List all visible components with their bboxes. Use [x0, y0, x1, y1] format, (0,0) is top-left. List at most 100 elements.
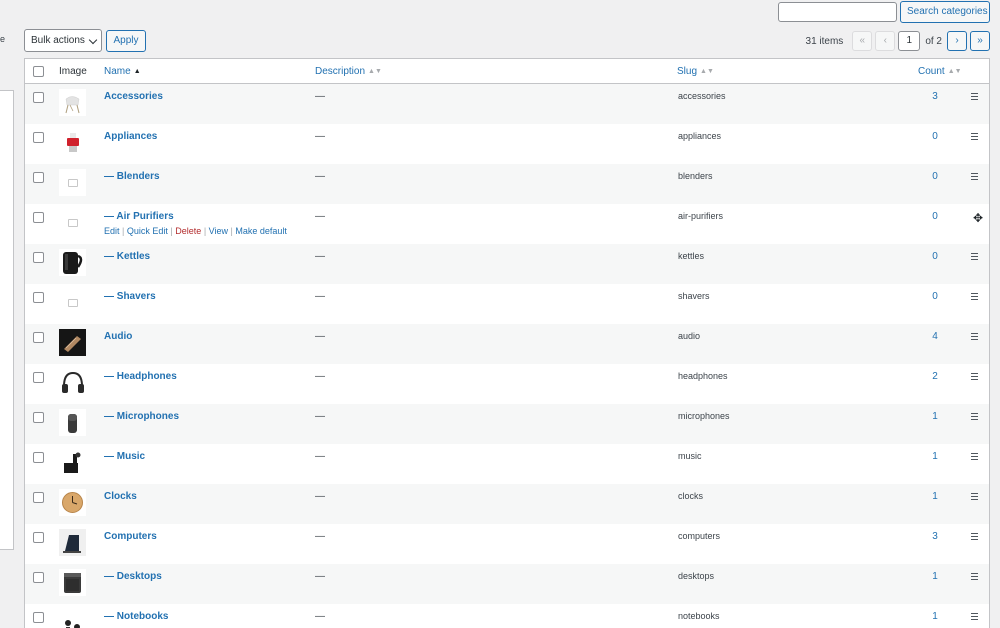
items-count: 31 items: [805, 35, 844, 47]
row-checkbox[interactable]: [33, 612, 44, 623]
category-count-link[interactable]: 2: [915, 371, 955, 382]
row-checkbox[interactable]: [33, 212, 44, 223]
column-slug-link[interactable]: Slug: [677, 66, 697, 77]
category-description: —: [315, 531, 325, 542]
row-checkbox[interactable]: [33, 132, 44, 143]
column-count-link[interactable]: Count: [918, 66, 945, 77]
category-count-link[interactable]: 1: [915, 451, 955, 462]
column-description[interactable]: Description ▲▼: [315, 66, 382, 77]
column-name[interactable]: Name ▲: [104, 66, 141, 77]
table-row: — Music — music 1: [25, 444, 989, 484]
category-count-link[interactable]: 3: [915, 91, 955, 102]
category-count-link[interactable]: 1: [915, 571, 955, 582]
edit-link[interactable]: Edit: [104, 226, 120, 236]
current-page-input[interactable]: 1: [898, 31, 921, 51]
row-checkbox[interactable]: [33, 252, 44, 263]
placeholder-image: [59, 209, 86, 236]
select-all-checkbox[interactable]: [33, 66, 44, 77]
delete-link[interactable]: Delete: [175, 226, 201, 236]
category-name-link[interactable]: Accessories: [104, 91, 163, 102]
row-checkbox[interactable]: [33, 452, 44, 463]
drag-handle-icon[interactable]: [971, 173, 978, 182]
row-checkbox[interactable]: [33, 412, 44, 423]
column-description-link[interactable]: Description: [315, 66, 365, 77]
drag-handle-icon[interactable]: [971, 413, 978, 422]
category-name-link[interactable]: — Music: [104, 451, 145, 462]
category-count-link[interactable]: 0: [915, 171, 955, 182]
prev-page-button[interactable]: ‹: [875, 31, 896, 51]
category-name-link[interactable]: — Desktops: [104, 571, 162, 582]
column-name-link[interactable]: Name: [104, 66, 131, 77]
separator: |: [170, 226, 173, 236]
move-cursor-icon[interactable]: ✥: [973, 212, 983, 224]
column-slug[interactable]: Slug ▲▼: [677, 66, 714, 77]
category-name-link[interactable]: Appliances: [104, 131, 157, 142]
row-checkbox[interactable]: [33, 372, 44, 383]
category-name-link[interactable]: — Shavers: [104, 291, 156, 302]
category-name-link[interactable]: — Notebooks: [104, 611, 168, 622]
category-slug: music: [678, 451, 702, 461]
row-checkbox[interactable]: [33, 172, 44, 183]
row-checkbox[interactable]: [33, 332, 44, 343]
search-input[interactable]: [778, 2, 897, 22]
make-default-link[interactable]: Make default: [235, 226, 287, 236]
bulk-actions-select[interactable]: Bulk actions: [24, 29, 102, 52]
category-count-link[interactable]: 0: [915, 291, 955, 302]
category-description: —: [315, 411, 325, 422]
apply-button[interactable]: Apply: [106, 30, 146, 52]
drag-handle-icon[interactable]: [971, 573, 978, 582]
table-row: Clocks — clocks 1: [25, 484, 989, 524]
sort-asc-icon: ▲: [133, 68, 141, 75]
drag-handle-icon[interactable]: [971, 613, 978, 622]
microphone-image: [59, 409, 86, 436]
category-name-link[interactable]: — Kettles: [104, 251, 150, 262]
drag-handle-icon[interactable]: [971, 293, 978, 302]
quick-edit-link[interactable]: Quick Edit: [127, 226, 168, 236]
drag-handle-icon[interactable]: [971, 253, 978, 262]
headphones-image: [59, 369, 86, 396]
category-name-link[interactable]: Audio: [104, 331, 132, 342]
category-count-link[interactable]: 0: [915, 211, 955, 222]
drag-handle-icon[interactable]: [971, 453, 978, 462]
category-count-link[interactable]: 0: [915, 251, 955, 262]
category-count-link[interactable]: 0: [915, 131, 955, 142]
table-row: Accessories — accessories 3: [25, 84, 989, 124]
first-page-button[interactable]: «: [852, 31, 873, 51]
category-name-link[interactable]: Clocks: [104, 491, 137, 502]
drag-handle-icon[interactable]: [971, 133, 978, 142]
drag-handle-icon[interactable]: [971, 493, 978, 502]
drag-handle-icon[interactable]: [971, 533, 978, 542]
row-checkbox[interactable]: [33, 532, 44, 543]
category-count-link[interactable]: 1: [915, 491, 955, 502]
placeholder-image: [59, 289, 86, 316]
row-checkbox[interactable]: [33, 572, 44, 583]
drag-handle-icon[interactable]: [971, 373, 978, 382]
category-name-link[interactable]: — Microphones: [104, 411, 179, 422]
chevron-down-icon: [88, 35, 98, 45]
category-slug: blenders: [678, 171, 713, 181]
last-page-button[interactable]: »: [970, 31, 990, 51]
next-page-button[interactable]: ›: [947, 31, 967, 51]
row-checkbox[interactable]: [33, 492, 44, 503]
row-checkbox[interactable]: [33, 92, 44, 103]
table-row: — Microphones — microphones 1: [25, 404, 989, 444]
category-slug: computers: [678, 531, 721, 541]
category-slug: clocks: [678, 491, 704, 501]
row-checkbox[interactable]: [33, 292, 44, 303]
category-count-link[interactable]: 1: [915, 611, 955, 622]
category-count-link[interactable]: 3: [915, 531, 955, 542]
drag-handle-icon[interactable]: [971, 333, 978, 342]
category-name-link[interactable]: Computers: [104, 531, 157, 542]
category-name-link[interactable]: — Air Purifiers: [104, 211, 174, 222]
column-count[interactable]: Count ▲▼: [918, 66, 962, 77]
view-link[interactable]: View: [209, 226, 228, 236]
category-count-link[interactable]: 1: [915, 411, 955, 422]
category-name-link[interactable]: — Blenders: [104, 171, 160, 182]
search-categories-button[interactable]: Search categories: [900, 1, 990, 23]
clock-image: [59, 489, 86, 516]
category-slug: desktops: [678, 571, 715, 581]
category-name-link[interactable]: — Headphones: [104, 371, 177, 382]
row-actions: Edit | Quick Edit | Delete | View | Make…: [104, 226, 287, 236]
drag-handle-icon[interactable]: [971, 93, 978, 102]
category-count-link[interactable]: 4: [915, 331, 955, 342]
